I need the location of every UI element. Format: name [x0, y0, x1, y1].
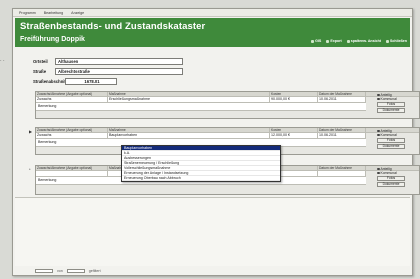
empty-subform-area [15, 197, 410, 266]
export-icon [326, 39, 330, 43]
datum-field[interactable] [318, 171, 366, 177]
current-record-marker-icon: ▶ [29, 129, 33, 134]
col-massnahme-header: Maßnahme [108, 92, 270, 96]
col-datum-header: Datum der Maßnahme [318, 166, 366, 170]
radio-kommunal[interactable]: Kommunal [377, 171, 417, 175]
header-links: GIS Export spaltenw. Ansicht Schließen [311, 39, 407, 43]
link-schliessen[interactable]: Schließen [386, 39, 407, 43]
col-zuwachs-header: Zuwachs/Abnahme (Angabe optional) [36, 92, 108, 96]
record-navigation-bar: von gefiltert [15, 267, 410, 274]
radio-off-icon [377, 97, 380, 101]
dokumente-button[interactable]: Dokumente [377, 108, 405, 113]
ortsteil-label: Ortsteil [33, 59, 48, 64]
close-icon [386, 39, 390, 43]
radio-on-icon [377, 93, 380, 97]
col-massnahme-header: Maßnahme [108, 128, 270, 132]
filtered-label: gefiltert [88, 268, 101, 273]
datum-field[interactable]: 10.06.2011 [318, 97, 366, 103]
col-datum-header: Datum der Maßnahme [318, 128, 366, 132]
radio-kommunal[interactable]: Kommunal [377, 97, 417, 101]
radio-on-icon [377, 167, 380, 171]
record-number-field[interactable] [35, 268, 53, 273]
fotos-button[interactable]: Fotos [377, 176, 405, 181]
abschnitt-label: Straßenabschnitt [33, 79, 68, 84]
radio-on-icon [377, 129, 380, 133]
col-datum-header: Datum der Maßnahme [318, 92, 366, 96]
menu-bar: Programm Bearbeitung Anzeige [13, 9, 412, 17]
massnahme-select[interactable]: Bauplanvorhaben [108, 133, 270, 139]
record-side-controls: Anteilig Kommunal Fotos Dokumente [377, 129, 417, 149]
kosten-field[interactable]: 90.000,00 € [270, 97, 318, 103]
fotos-button[interactable]: Fotos [377, 102, 405, 107]
radio-off-icon [377, 133, 380, 137]
menu-item-programm[interactable]: Programm [19, 11, 36, 15]
menu-item-bearbeitung[interactable]: Bearbeitung [44, 11, 63, 15]
col-zuwachs-header: Zuwachs/Abnahme (Angabe optional) [36, 128, 108, 132]
fotos-button[interactable]: Fotos [377, 138, 405, 143]
record-1: Zuwachs/Abnahme (Angabe optional) Maßnah… [35, 91, 420, 119]
col-kosten-header: Kosten [270, 92, 318, 96]
link-export[interactable]: Export [326, 39, 342, 43]
meta-row-abschnitt: Straßenabschnitt 1678.01 [33, 77, 183, 86]
meta-row-ortsteil: Ortsteil Althausen [33, 57, 183, 66]
record-row: Zuwachs Bauplanvorhaben 12.000,00 € 10.0… [36, 133, 419, 139]
external-dots: · · [0, 58, 5, 64]
dokumente-button[interactable]: Dokumente [377, 144, 405, 149]
bemerkung-field[interactable]: Bemerkung [36, 103, 366, 111]
record-of-label: von [57, 268, 63, 273]
meta-section: Ortsteil Althausen Straße Albrechtsstraß… [33, 57, 183, 87]
header-banner: Straßenbestands- und Zustandskataster Fr… [15, 18, 410, 47]
radio-off-icon [377, 171, 380, 175]
app-window: Programm Bearbeitung Anzeige Straßenbest… [12, 8, 420, 276]
new-record-marker-icon: * [29, 167, 31, 172]
dropdown-option[interactable]: Erneuerung Oberbau nach Abbruch [122, 176, 280, 181]
menu-item-anzeige[interactable]: Anzeige [71, 11, 84, 15]
col-zuwachs-header: Zuwachs/Abnahme (Angabe optional) [36, 166, 108, 170]
record-side-controls: Anteilig Kommunal Fotos Dokumente [377, 93, 417, 113]
radio-kommunal[interactable]: Kommunal [377, 133, 417, 137]
record-row: Zuwachs Erschließungsmaßnahme 90.000,00 … [36, 97, 419, 103]
abschnitt-field[interactable]: 1678.01 [65, 78, 117, 85]
dokumente-button[interactable]: Dokumente [377, 182, 405, 187]
col-kosten-header: Kosten [270, 128, 318, 132]
record-total-field [66, 268, 85, 273]
kosten-field[interactable]: 12.000,00 € [270, 133, 318, 139]
link-spaltenw-ansicht[interactable]: spaltenw. Ansicht [346, 39, 381, 43]
page-subtitle: Freiführung Doppik [20, 36, 85, 43]
massnahme-dropdown-list: Bauplanvorhaben k.A. Ausbesserungen Stra… [121, 145, 281, 182]
massnahme-select[interactable]: Erschließungsmaßnahme [108, 97, 270, 103]
record-side-controls: Anteilig Kommunal Fotos Dokumente [377, 167, 417, 187]
columns-icon [346, 39, 350, 43]
gis-icon [311, 39, 315, 43]
datum-field[interactable]: 10.06.2011 [318, 133, 366, 139]
meta-row-strasse: Straße Albrechtsstraße [33, 67, 183, 76]
strasse-label: Straße [33, 69, 47, 74]
link-gis[interactable]: GIS [311, 39, 321, 43]
strasse-field[interactable]: Albrechtsstraße [55, 68, 183, 75]
ortsteil-field[interactable]: Althausen [55, 58, 183, 65]
page-title: Straßenbestands- und Zustandskataster [20, 21, 206, 32]
